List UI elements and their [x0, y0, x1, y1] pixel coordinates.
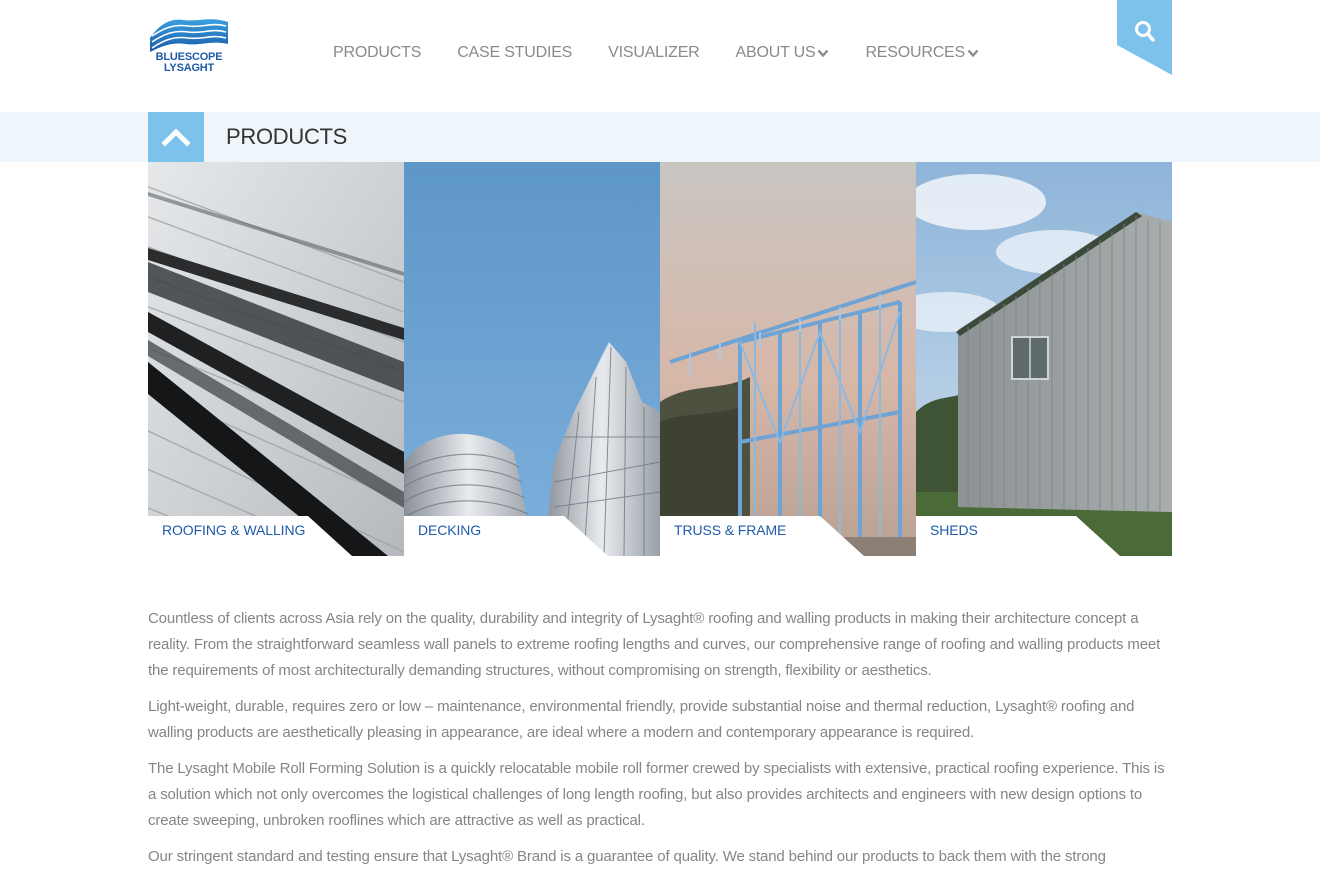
products-section-title: PRODUCTS: [226, 124, 348, 149]
nav-item-label: RESOURCES: [865, 44, 965, 61]
sheds-image: [916, 162, 1172, 556]
product-category-tiles: ROOFING & WALLING DECKING TRUSS & FRAME …: [148, 162, 1172, 556]
intro-paragraph: Light-weight, durable, requires zero or …: [148, 698, 1135, 741]
tile-label: TRUSS & FRAME: [674, 522, 787, 538]
tile-label: DECKING: [418, 522, 482, 538]
tile-label-panel: SHEDS: [916, 516, 1172, 556]
tile-label-panel: DECKING: [404, 516, 660, 556]
nav-item-label: PRODUCTS: [333, 44, 422, 61]
tile-decking[interactable]: DECKING: [404, 162, 660, 556]
nav-item-visualizer[interactable]: VISUALIZER: [608, 44, 700, 62]
chevron-up-icon: [161, 128, 191, 147]
logo-wordmark: BLUESCOPE LYSAGHT: [148, 52, 230, 74]
products-collapse-toggle[interactable]: [148, 112, 204, 164]
tile-label-panel: ROOFING & WALLING: [148, 516, 404, 556]
tile-truss-frame[interactable]: TRUSS & FRAME: [660, 162, 916, 556]
roofing-walling-image: [148, 162, 404, 556]
tile-roofing-walling[interactable]: ROOFING & WALLING: [148, 162, 404, 556]
search-button[interactable]: [1117, 0, 1172, 75]
intro-paragraph: Countless of clients across Asia rely on…: [148, 610, 1161, 679]
chevron-down-icon: [818, 49, 829, 58]
logo-line-2: LYSAGHT: [163, 62, 215, 74]
main-nav: PRODUCTS CASE STUDIES VISUALIZER ABOUT U…: [333, 44, 1015, 62]
logo-wave-icon: [150, 19, 228, 53]
nav-item-label: CASE STUDIES: [457, 44, 573, 61]
nav-item-products[interactable]: PRODUCTS: [333, 44, 421, 62]
intro-paragraph: Our stringent standard and testing ensur…: [148, 848, 1106, 865]
tile-label-panel: TRUSS & FRAME: [660, 516, 916, 556]
decking-image: [404, 162, 660, 556]
nav-item-about-us[interactable]: ABOUT US: [736, 44, 830, 62]
bluescope-lysaght-logo[interactable]: BLUESCOPE LYSAGHT: [148, 14, 230, 76]
tile-label: SHEDS: [930, 522, 978, 538]
truss-frame-image: [660, 162, 916, 556]
chevron-down-icon: [967, 49, 979, 58]
tile-label: ROOFING & WALLING: [162, 522, 306, 538]
nav-item-label: ABOUT US: [735, 44, 816, 61]
nav-item-label: VISUALIZER: [608, 44, 700, 61]
intro-paragraph: The Lysaght Mobile Roll Forming Solution…: [148, 760, 1165, 829]
tile-sheds[interactable]: SHEDS: [916, 162, 1172, 556]
products-intro-text: Countless of clients across Asia rely on…: [148, 606, 1176, 873]
nav-item-case-studies[interactable]: CASE STUDIES: [457, 44, 572, 62]
nav-item-resources[interactable]: RESOURCES: [865, 44, 979, 62]
search-tab-shape: [1117, 0, 1172, 75]
site-header: BLUESCOPE LYSAGHT PRODUCTS CASE STUDIES …: [0, 0, 1320, 112]
